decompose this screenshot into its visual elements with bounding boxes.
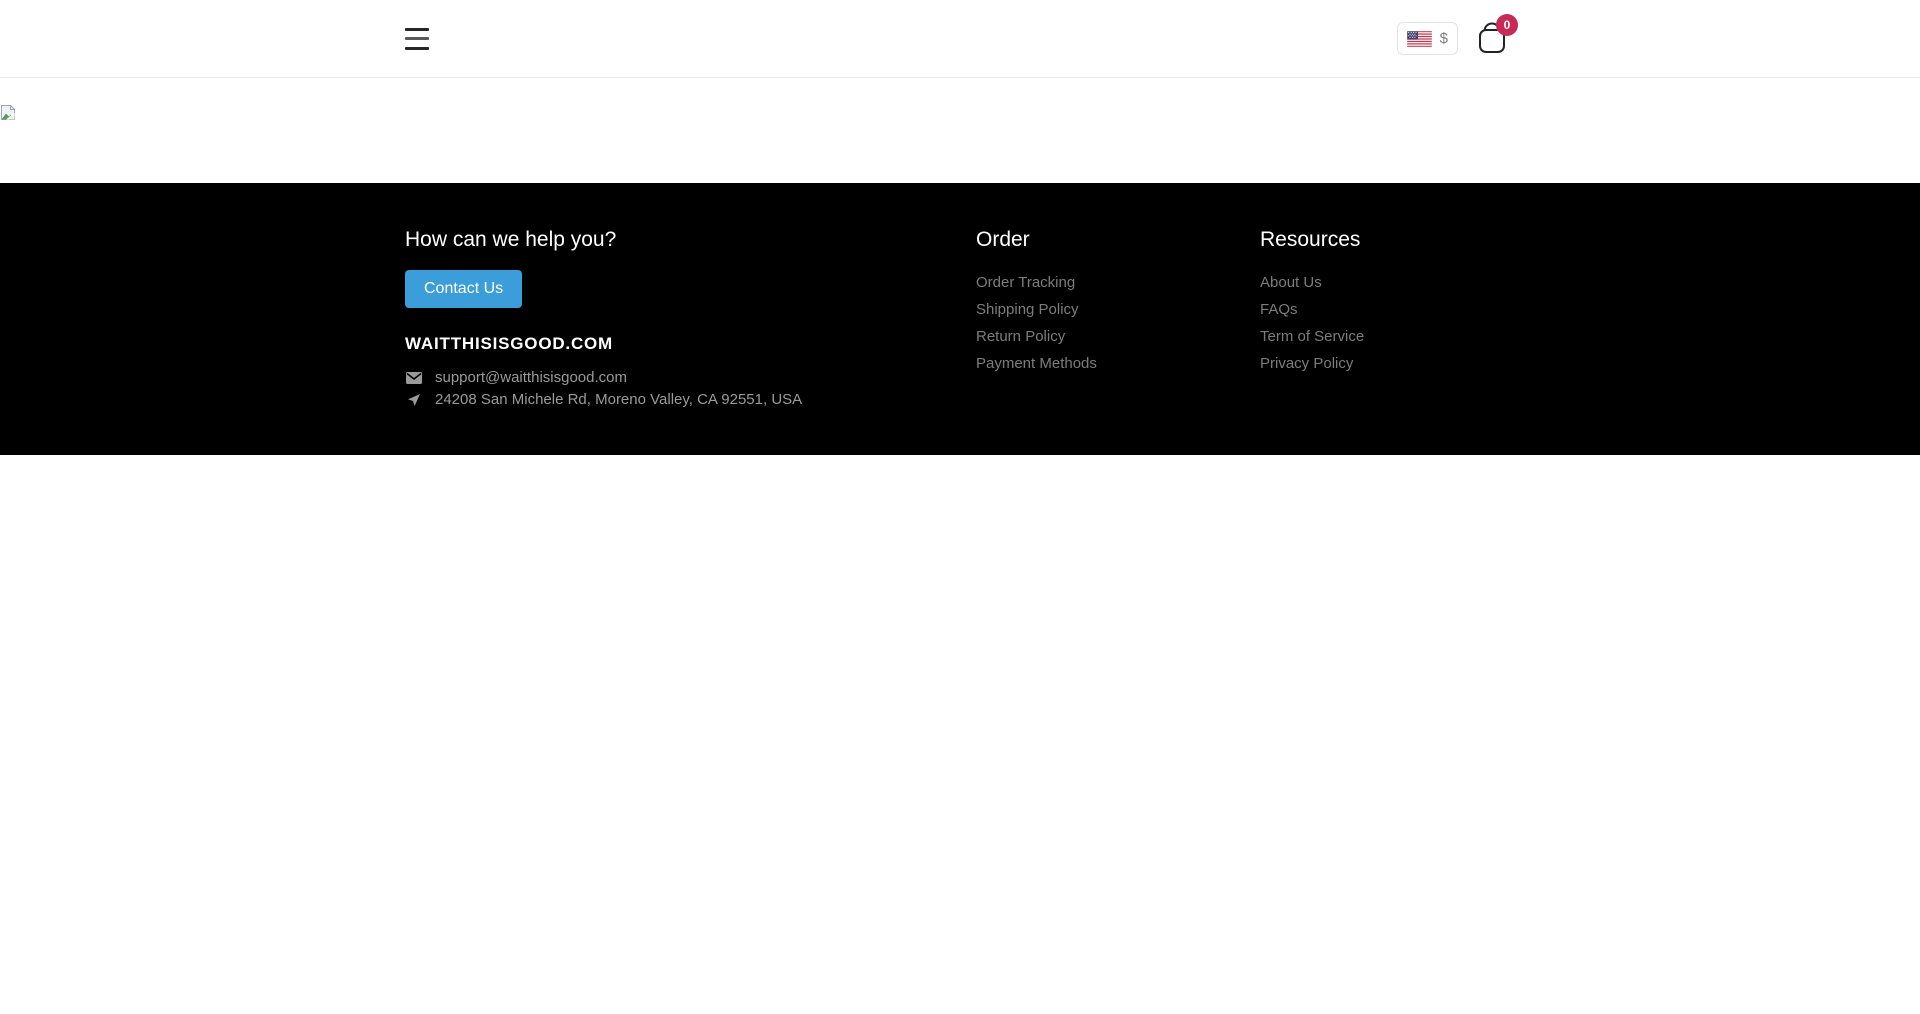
brand-name: WAITTHISISGOOD.COM bbox=[405, 334, 976, 354]
link-order-tracking[interactable]: Order Tracking bbox=[976, 274, 1075, 291]
currency-selector[interactable]: $ bbox=[1397, 22, 1458, 55]
address-row: 24208 San Michele Rd, Moreno Valley, CA … bbox=[405, 389, 976, 410]
help-heading: How can we help you? bbox=[405, 228, 976, 252]
resources-heading: Resources bbox=[1260, 228, 1515, 252]
resources-links: About Us FAQs Term of Service Privacy Po… bbox=[1260, 274, 1515, 373]
address-text: 24208 San Michele Rd, Moreno Valley, CA … bbox=[435, 389, 802, 410]
footer-order-column: Order Order Tracking Shipping Policy Ret… bbox=[976, 228, 1260, 410]
email-icon bbox=[405, 372, 422, 384]
cart-count-badge: 0 bbox=[1496, 14, 1518, 36]
main-content bbox=[0, 78, 1920, 183]
header-container: SPECIAL DEAL bbox=[405, 0, 1515, 77]
hamburger-bar bbox=[405, 37, 429, 40]
email-row: support@waitthisisgood.com bbox=[405, 367, 976, 388]
broken-image-icon bbox=[1, 105, 15, 120]
link-faqs[interactable]: FAQs bbox=[1260, 301, 1298, 318]
footer-container: How can we help you? Contact Us WAITTHIS… bbox=[405, 228, 1515, 410]
footer-resources-column: Resources About Us FAQs Term of Service … bbox=[1260, 228, 1515, 410]
link-payment-methods[interactable]: Payment Methods bbox=[976, 355, 1097, 372]
us-flag-icon bbox=[1407, 31, 1432, 47]
contact-list: support@waitthisisgood.com 24208 San Mic… bbox=[405, 367, 976, 410]
footer-help-column: How can we help you? Contact Us WAITTHIS… bbox=[405, 228, 976, 410]
location-arrow-icon bbox=[405, 393, 422, 407]
email-text: support@waitthisisgood.com bbox=[435, 367, 627, 388]
link-privacy-policy[interactable]: Privacy Policy bbox=[1260, 355, 1353, 372]
link-shipping-policy[interactable]: Shipping Policy bbox=[976, 301, 1079, 318]
order-heading: Order bbox=[976, 228, 1260, 252]
empty-page-area bbox=[0, 455, 1920, 1014]
site-footer: How can we help you? Contact Us WAITTHIS… bbox=[0, 183, 1920, 455]
link-return-policy[interactable]: Return Policy bbox=[976, 328, 1065, 345]
hamburger-bar bbox=[405, 28, 429, 31]
site-header: SPECIAL DEAL bbox=[0, 0, 1920, 78]
currency-symbol: $ bbox=[1440, 30, 1448, 47]
hamburger-menu-icon[interactable] bbox=[405, 28, 429, 50]
logo-line-2: DEAL bbox=[871, 36, 963, 59]
header-right-group: $ 0 bbox=[1397, 21, 1515, 57]
link-about-us[interactable]: About Us bbox=[1260, 274, 1322, 291]
order-links: Order Tracking Shipping Policy Return Po… bbox=[976, 274, 1260, 373]
cart-button[interactable]: 0 bbox=[1477, 21, 1507, 57]
site-logo[interactable]: SPECIAL DEAL bbox=[861, 13, 973, 59]
contact-us-button[interactable]: Contact Us bbox=[405, 270, 522, 308]
link-term-of-service[interactable]: Term of Service bbox=[1260, 328, 1364, 345]
hamburger-bar bbox=[405, 47, 429, 50]
